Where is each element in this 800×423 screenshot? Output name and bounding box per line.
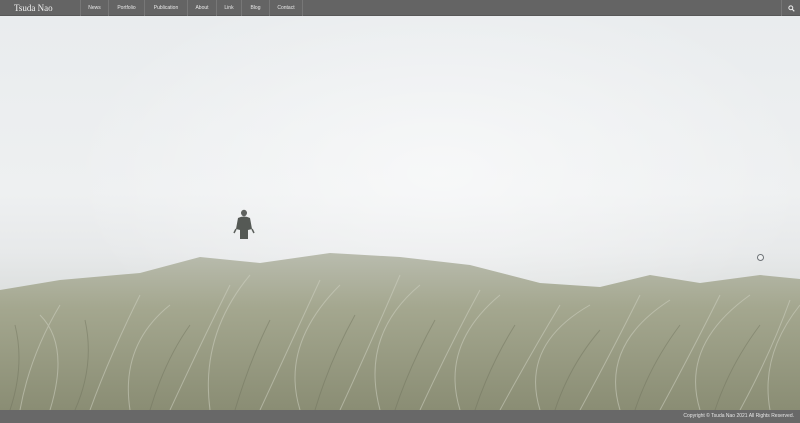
nav-item-news[interactable]: News — [80, 0, 108, 16]
search-button[interactable] — [781, 0, 800, 16]
dune-grass — [0, 253, 800, 410]
hero-image — [0, 16, 800, 410]
nav-item-blog[interactable]: Blog — [241, 0, 269, 16]
nav-item-publication[interactable]: Publication — [144, 0, 187, 16]
site-title[interactable]: Tsuda Nao — [0, 3, 68, 13]
nav-item-link[interactable]: Link — [216, 0, 241, 16]
top-navbar: Tsuda Nao News Portfolio Publication Abo… — [0, 0, 800, 16]
footer: Copyright © Tsuda Nao 2021 All Rights Re… — [0, 410, 800, 423]
search-icon — [787, 4, 795, 12]
cursor-indicator — [757, 254, 764, 261]
copyright-text: Copyright © Tsuda Nao 2021 All Rights Re… — [683, 413, 794, 419]
main-nav: News Portfolio Publication About Link Bl… — [80, 0, 303, 16]
nav-item-portfolio[interactable]: Portfolio — [108, 0, 144, 16]
nav-item-about[interactable]: About — [187, 0, 216, 16]
nav-item-contact[interactable]: Contact — [269, 0, 303, 16]
